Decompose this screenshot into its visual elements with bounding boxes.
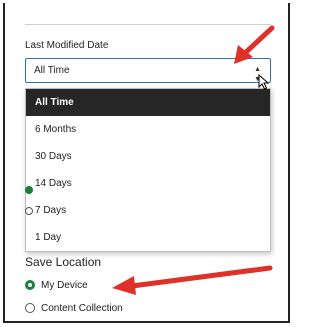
red-arrow-icon — [234, 25, 275, 64]
select-value: All Time — [34, 65, 70, 76]
save-location-title: Save Location — [25, 255, 102, 269]
radio-content-collection[interactable]: Content Collection — [25, 301, 123, 315]
radio-label-my-device: My Device — [41, 279, 88, 291]
occluded-radio-checked — [25, 186, 33, 194]
red-arrow-icon — [112, 265, 273, 295]
last-modified-dropdown: All Time 6 Months 30 Days 14 Days 7 Days… — [25, 88, 271, 252]
last-modified-label: Last Modified Date — [25, 40, 109, 51]
dropdown-option-6-months[interactable]: 6 Months — [26, 116, 270, 143]
dropdown-option-all-time[interactable]: All Time — [26, 89, 270, 116]
radio-unchecked-icon[interactable] — [25, 303, 35, 313]
occluded-radio-unchecked — [25, 207, 33, 215]
radio-my-device[interactable]: My Device — [25, 278, 88, 292]
dropdown-option-1-day[interactable]: 1 Day — [26, 224, 270, 251]
dropdown-option-30-days[interactable]: 30 Days — [26, 143, 270, 170]
radio-checked-icon[interactable] — [25, 280, 35, 290]
radio-label-content-collection: Content Collection — [41, 302, 123, 314]
dropdown-option-7-days[interactable]: 7 Days — [26, 197, 270, 224]
dropdown-option-14-days[interactable]: 14 Days — [26, 170, 270, 197]
mouse-cursor-icon — [258, 74, 270, 90]
